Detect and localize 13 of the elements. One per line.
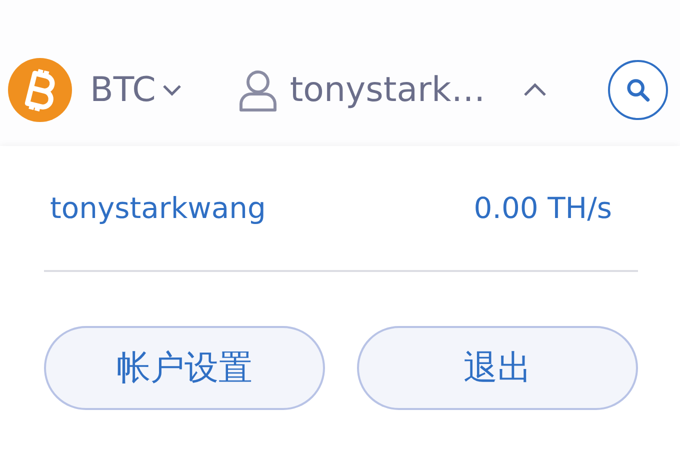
menu-button[interactable]: 帐户设置 [44,326,325,410]
search-icon [625,77,651,103]
username-label: tonystark… [290,70,486,110]
coin-selector[interactable]: BTC [8,58,182,122]
chevron-up-icon[interactable] [523,83,548,97]
coin-symbol: BTC [90,70,156,110]
account-name: tonystarkwang [50,191,266,225]
hashrate-value: 0.00 TH/s [474,191,612,225]
user-icon [238,68,278,112]
menu-button[interactable]: 退出 [357,326,638,410]
bitcoin-logo-icon [8,58,72,122]
user-menu-toggle[interactable]: tonystark… [238,68,486,112]
chevron-down-icon [162,84,182,96]
